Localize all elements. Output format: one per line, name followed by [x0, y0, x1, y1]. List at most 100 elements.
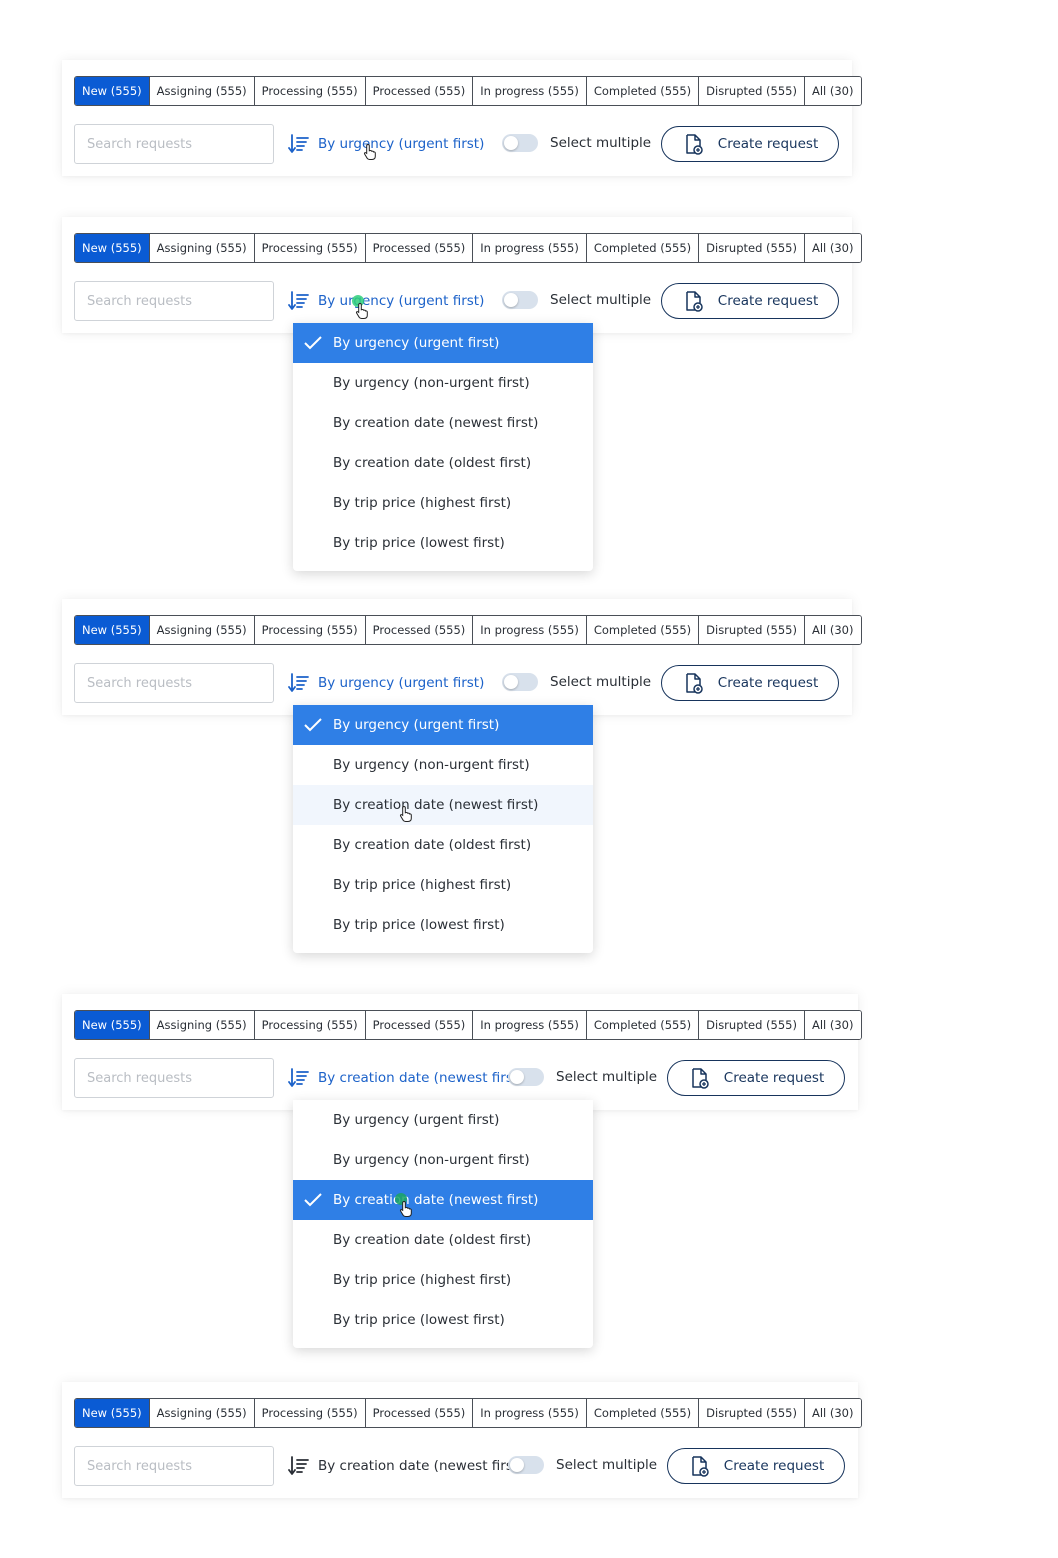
sort-option-newest-first[interactable]: By creation date (newest first)	[293, 785, 593, 825]
search-input[interactable]	[74, 124, 274, 164]
select-multiple-toggle[interactable]: Select multiple	[502, 134, 651, 152]
tab-processed[interactable]: Processed (555)	[364, 616, 473, 644]
tab-processing[interactable]: Processing (555)	[253, 234, 365, 262]
tab-in-progress[interactable]: In progress (555)	[472, 1011, 586, 1039]
sort-option-non-urgent-first[interactable]: By urgency (non-urgent first)	[293, 363, 593, 403]
toggle-switch[interactable]	[502, 291, 538, 309]
sort-dropdown-trigger[interactable]: By creation date (newest first)	[288, 1454, 523, 1478]
search-input[interactable]	[74, 1446, 274, 1486]
sort-option-urgent-first[interactable]: By urgency (urgent first)	[293, 705, 593, 745]
create-request-label: Create request	[717, 136, 819, 152]
select-multiple-toggle[interactable]: Select multiple	[502, 291, 651, 309]
sort-option-newest-first[interactable]: By creation date (newest first)	[293, 403, 593, 443]
tab-all[interactable]: All (30)	[803, 77, 861, 105]
tab-in-progress[interactable]: In progress (555)	[472, 234, 586, 262]
sort-dropdown-trigger[interactable]: By urgency (urgent first)	[288, 132, 484, 156]
tab-completed[interactable]: Completed (555)	[585, 1399, 699, 1427]
toggle-label: Select multiple	[556, 1069, 658, 1085]
tab-new[interactable]: New (555)	[75, 616, 149, 644]
tab-completed[interactable]: Completed (555)	[585, 77, 699, 105]
tab-assigning[interactable]: Assigning (555)	[148, 1011, 254, 1039]
check-icon	[304, 718, 322, 732]
sort-option-oldest-first[interactable]: By creation date (oldest first)	[293, 443, 593, 483]
sort-option-non-urgent-first[interactable]: By urgency (non-urgent first)	[293, 1140, 593, 1180]
toggle-switch[interactable]	[502, 673, 538, 691]
sort-option-oldest-first[interactable]: By creation date (oldest first)	[293, 1220, 593, 1260]
check-icon	[304, 336, 322, 350]
sort-option-non-urgent-first[interactable]: By urgency (non-urgent first)	[293, 745, 593, 785]
select-multiple-toggle[interactable]: Select multiple	[502, 673, 651, 691]
hand-pointer-icon	[399, 805, 412, 822]
sort-descending-icon	[288, 1456, 309, 1475]
tab-processed[interactable]: Processed (555)	[364, 234, 473, 262]
sort-option-lowest-price[interactable]: By trip price (lowest first)	[293, 905, 593, 945]
toolbar-panel-5: New (555) Assigning (555) Processing (55…	[62, 1382, 862, 1498]
toggle-switch[interactable]	[502, 134, 538, 152]
sort-descending-icon	[288, 673, 309, 692]
create-request-button[interactable]: Create request	[661, 283, 839, 319]
select-multiple-toggle[interactable]: Select multiple	[508, 1456, 657, 1474]
select-multiple-toggle[interactable]: Select multiple	[508, 1068, 657, 1086]
tab-disrupted[interactable]: Disrupted (555)	[698, 77, 804, 105]
tab-in-progress[interactable]: In progress (555)	[472, 1399, 586, 1427]
sort-option-highest-price[interactable]: By trip price (highest first)	[293, 865, 593, 905]
tab-assigning[interactable]: Assigning (555)	[148, 1399, 254, 1427]
sort-option-urgent-first[interactable]: By urgency (urgent first)	[293, 1100, 593, 1140]
sort-option-oldest-first[interactable]: By creation date (oldest first)	[293, 825, 593, 865]
tab-processing[interactable]: Processing (555)	[253, 616, 365, 644]
toggle-switch[interactable]	[508, 1068, 544, 1086]
tab-processed[interactable]: Processed (555)	[364, 1399, 473, 1427]
sort-label: By urgency (urgent first)	[318, 293, 485, 309]
tab-disrupted[interactable]: Disrupted (555)	[698, 1011, 804, 1039]
search-input[interactable]	[74, 1058, 274, 1098]
search-input[interactable]	[74, 281, 274, 321]
sort-option-label: By urgency (urgent first)	[333, 335, 500, 351]
sort-option-urgent-first[interactable]: By urgency (urgent first)	[293, 323, 593, 363]
sort-dropdown-trigger[interactable]: By creation date (newest first)	[288, 1066, 523, 1090]
sort-option-highest-price[interactable]: By trip price (highest first)	[293, 1260, 593, 1300]
tab-completed[interactable]: Completed (555)	[585, 234, 699, 262]
search-input[interactable]	[74, 663, 274, 703]
tab-disrupted[interactable]: Disrupted (555)	[698, 1399, 804, 1427]
tab-processing[interactable]: Processing (555)	[253, 77, 365, 105]
tab-processing[interactable]: Processing (555)	[253, 1011, 365, 1039]
create-request-button[interactable]: Create request	[667, 1448, 845, 1484]
create-request-button[interactable]: Create request	[661, 665, 839, 701]
sort-option-lowest-price[interactable]: By trip price (lowest first)	[293, 1300, 593, 1340]
status-tabs: New (555) Assigning (555) Processing (55…	[74, 76, 862, 106]
sort-dropdown-trigger[interactable]: By urgency (urgent first)	[288, 289, 484, 313]
tab-processed[interactable]: Processed (555)	[364, 1011, 473, 1039]
create-request-label: Create request	[717, 675, 819, 691]
sort-options-menu: By urgency (urgent first) By urgency (no…	[293, 1100, 593, 1348]
tab-assigning[interactable]: Assigning (555)	[148, 77, 254, 105]
toggle-label: Select multiple	[556, 1457, 658, 1473]
create-request-button[interactable]: Create request	[667, 1060, 845, 1096]
tab-assigning[interactable]: Assigning (555)	[148, 234, 254, 262]
tab-in-progress[interactable]: In progress (555)	[472, 616, 586, 644]
sort-option-lowest-price[interactable]: By trip price (lowest first)	[293, 523, 593, 563]
tab-all[interactable]: All (30)	[803, 1011, 861, 1039]
tab-all[interactable]: All (30)	[803, 1399, 861, 1427]
tab-all[interactable]: All (30)	[803, 616, 861, 644]
sort-label: By urgency (urgent first)	[318, 675, 485, 691]
tab-in-progress[interactable]: In progress (555)	[472, 77, 586, 105]
tab-new[interactable]: New (555)	[75, 1399, 149, 1427]
tab-completed[interactable]: Completed (555)	[585, 1011, 699, 1039]
tab-disrupted[interactable]: Disrupted (555)	[698, 234, 804, 262]
sort-option-highest-price[interactable]: By trip price (highest first)	[293, 483, 593, 523]
tab-processing[interactable]: Processing (555)	[253, 1399, 365, 1427]
tab-new[interactable]: New (555)	[75, 77, 149, 105]
create-request-button[interactable]: Create request	[661, 126, 839, 162]
tab-all[interactable]: All (30)	[803, 234, 861, 262]
tab-new[interactable]: New (555)	[75, 234, 149, 262]
hand-pointer-icon	[399, 1200, 412, 1217]
tab-disrupted[interactable]: Disrupted (555)	[698, 616, 804, 644]
sort-option-newest-first[interactable]: By creation date (newest first)	[293, 1180, 593, 1220]
tab-completed[interactable]: Completed (555)	[585, 616, 699, 644]
sort-dropdown-trigger[interactable]: By urgency (urgent first)	[288, 671, 484, 695]
toggle-switch[interactable]	[508, 1456, 544, 1474]
tab-processed[interactable]: Processed (555)	[364, 77, 473, 105]
tab-assigning[interactable]: Assigning (555)	[148, 616, 254, 644]
toggle-label: Select multiple	[550, 135, 652, 151]
tab-new[interactable]: New (555)	[75, 1011, 149, 1039]
